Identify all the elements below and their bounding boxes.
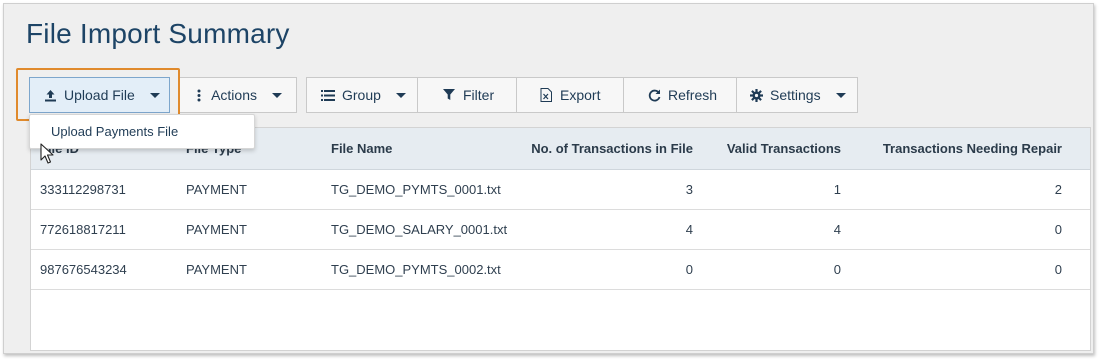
cell-file-type: PAYMENT: [186, 261, 247, 277]
export-label: Export: [560, 87, 601, 103]
cell-file-name: TG_DEMO_SALARY_0001.txt: [331, 221, 508, 237]
cell-valid-transactions: 1: [833, 181, 841, 197]
chevron-down-icon: [835, 92, 846, 98]
upload-dropdown-menu: Upload Payments File: [29, 114, 255, 149]
refresh-icon: [647, 88, 661, 102]
cell-file-type: PAYMENT: [186, 221, 247, 237]
cell-needing-repair: 0: [1054, 261, 1062, 277]
actions-label: Actions: [211, 87, 257, 103]
column-header-valid-transactions[interactable]: Valid Transactions: [693, 128, 841, 170]
chevron-down-icon: [272, 92, 282, 98]
filter-label: Filter: [463, 87, 495, 103]
cell-transactions-count: 4: [685, 221, 693, 237]
cell-needing-repair: 2: [1054, 181, 1062, 197]
group-label: Group: [342, 87, 381, 103]
refresh-label: Refresh: [668, 87, 718, 103]
cell-valid-transactions: 4: [833, 221, 841, 237]
cell-file-name: TG_DEMO_PYMTS_0002.txt: [331, 261, 501, 277]
column-header-needing-repair[interactable]: Transactions Needing Repair: [841, 128, 1090, 170]
gear-icon: [750, 88, 763, 102]
table-row[interactable]: 333112298731 PAYMENT TG_DEMO_PYMTS_0001.…: [31, 169, 1090, 209]
file-import-table: File ID File Type File Name No. of Trans…: [30, 127, 1091, 351]
upload-file-label: Upload File: [64, 87, 135, 103]
column-header-transactions-count[interactable]: No. of Transactions in File: [512, 128, 693, 170]
table-row[interactable]: 772618817211 PAYMENT TG_DEMO_SALARY_0001…: [31, 209, 1090, 249]
menu-item-upload-payments-file[interactable]: Upload Payments File: [51, 124, 178, 139]
cell-file-id: 987676543234: [40, 261, 127, 277]
page-title: File Import Summary: [26, 18, 290, 49]
cell-file-name: TG_DEMO_PYMTS_0001.txt: [331, 181, 501, 197]
excel-export-icon: [539, 88, 553, 102]
cell-file-id: 772618817211: [40, 221, 126, 237]
chevron-down-icon: [395, 92, 406, 98]
group-button[interactable]: Group: [306, 77, 418, 113]
cell-transactions-count: 3: [685, 181, 693, 197]
cell-file-id: 333112298731: [40, 181, 126, 197]
cell-needing-repair: 0: [1054, 221, 1062, 237]
filter-button[interactable]: Filter: [418, 77, 517, 113]
settings-label: Settings: [770, 87, 821, 103]
toolbar-group: Group Filter Export Refresh Settings: [306, 77, 858, 113]
cell-valid-transactions: 0: [833, 261, 841, 277]
settings-button[interactable]: Settings: [737, 77, 858, 113]
list-icon: [321, 88, 335, 102]
cell-transactions-count: 0: [685, 261, 693, 277]
upload-file-button[interactable]: Upload File: [29, 77, 170, 113]
upload-icon: [44, 88, 57, 102]
export-button[interactable]: Export: [517, 77, 624, 113]
mouse-pointer-icon: [40, 143, 54, 169]
filter-icon: [442, 88, 456, 102]
refresh-button[interactable]: Refresh: [624, 77, 737, 113]
table-row[interactable]: 987676543234 PAYMENT TG_DEMO_PYMTS_0002.…: [31, 249, 1090, 289]
cell-file-type: PAYMENT: [186, 181, 247, 197]
column-header-file-name[interactable]: File Name: [322, 128, 512, 170]
kebab-icon: [194, 88, 204, 102]
chevron-down-icon: [149, 92, 160, 98]
actions-button[interactable]: Actions: [180, 77, 297, 113]
